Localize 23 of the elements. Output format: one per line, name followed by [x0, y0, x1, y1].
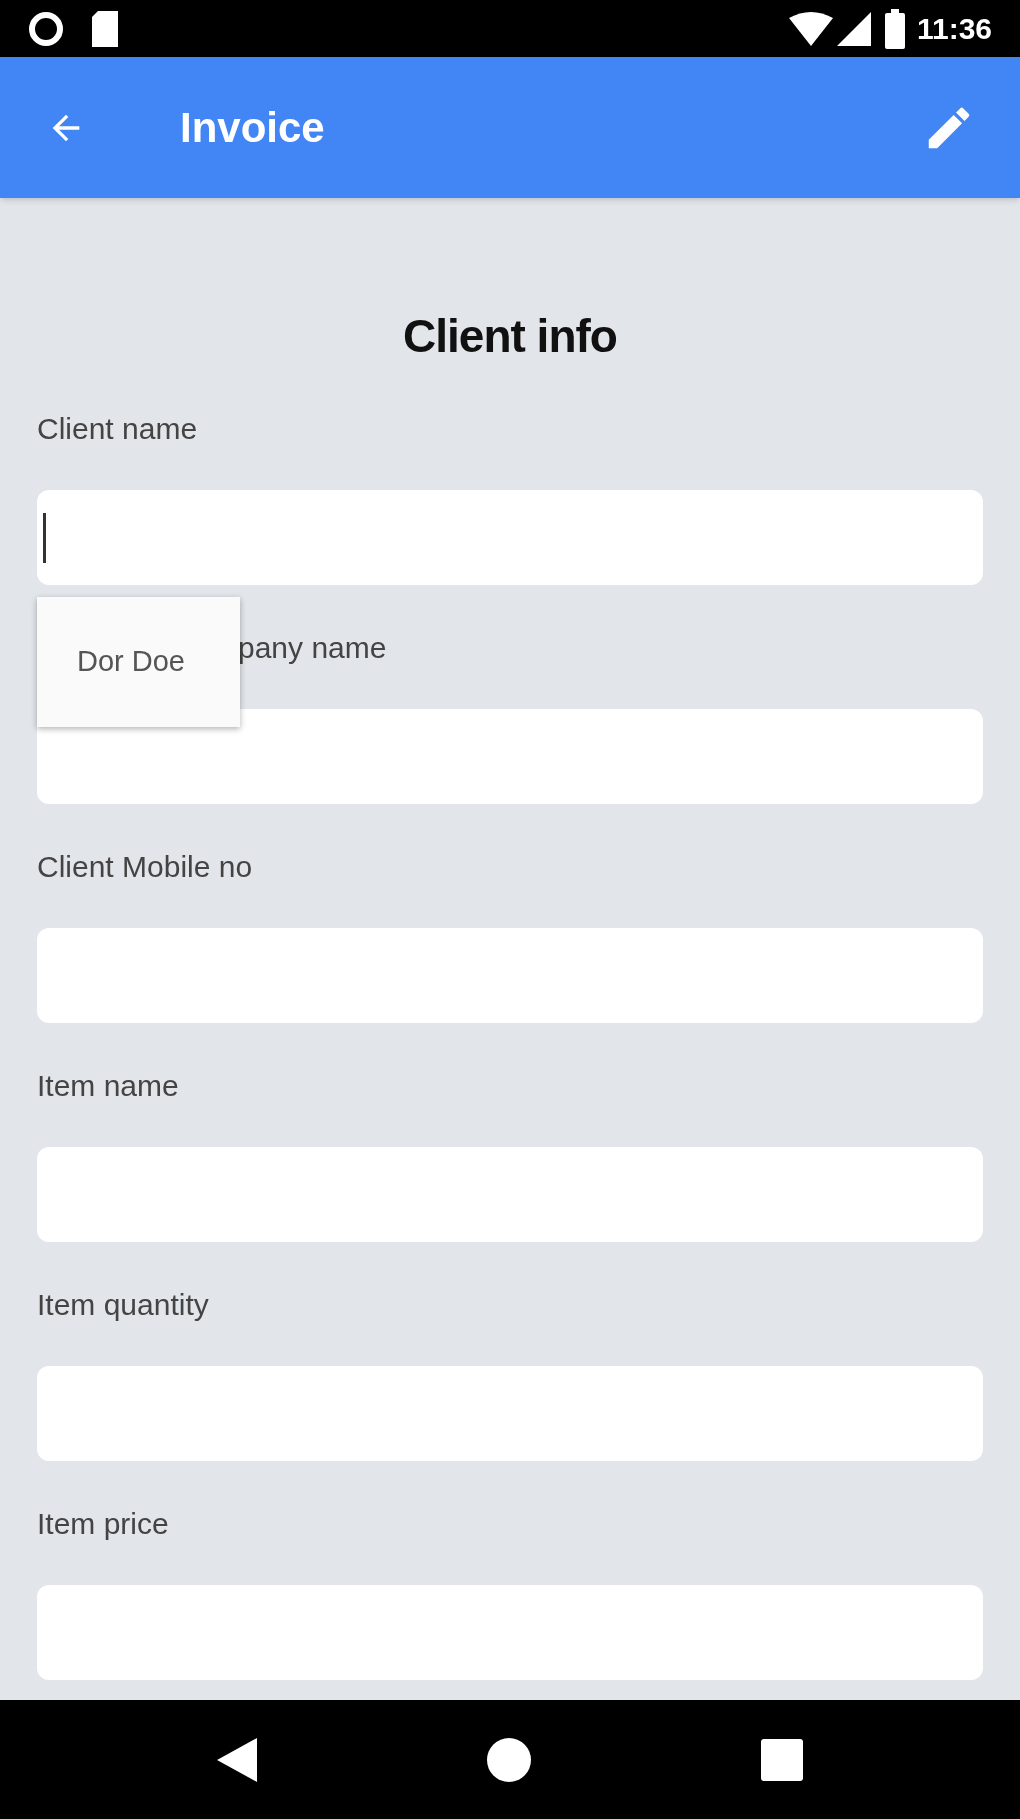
recents-icon[interactable]	[761, 1738, 803, 1781]
input-field[interactable]	[37, 928, 983, 1023]
field-label: Client Mobile no	[37, 848, 253, 885]
field-label: Item price	[37, 1505, 169, 1542]
signal-icon	[836, 11, 871, 46]
input-field[interactable]	[37, 1585, 983, 1680]
battery-icon	[884, 8, 905, 49]
input-field[interactable]	[37, 490, 983, 585]
field-label: pany name	[238, 629, 387, 666]
sd-card-icon	[90, 10, 120, 47]
suggestion-item[interactable]: Dor Doe	[37, 640, 240, 684]
field-label: Item name	[37, 1067, 179, 1104]
app-bar-title: Invoice	[180, 103, 325, 153]
field-label: Item quantity	[37, 1286, 209, 1323]
back-icon[interactable]	[217, 1737, 257, 1782]
form-heading: Client info	[403, 308, 617, 364]
wifi-icon	[788, 11, 833, 46]
input-field[interactable]	[37, 709, 983, 804]
input-field[interactable]	[37, 1147, 983, 1242]
status-time: 11:36	[916, 11, 992, 47]
field-label: Client name	[37, 410, 198, 447]
home-icon[interactable]	[487, 1737, 531, 1782]
input-field[interactable]	[37, 1366, 983, 1461]
